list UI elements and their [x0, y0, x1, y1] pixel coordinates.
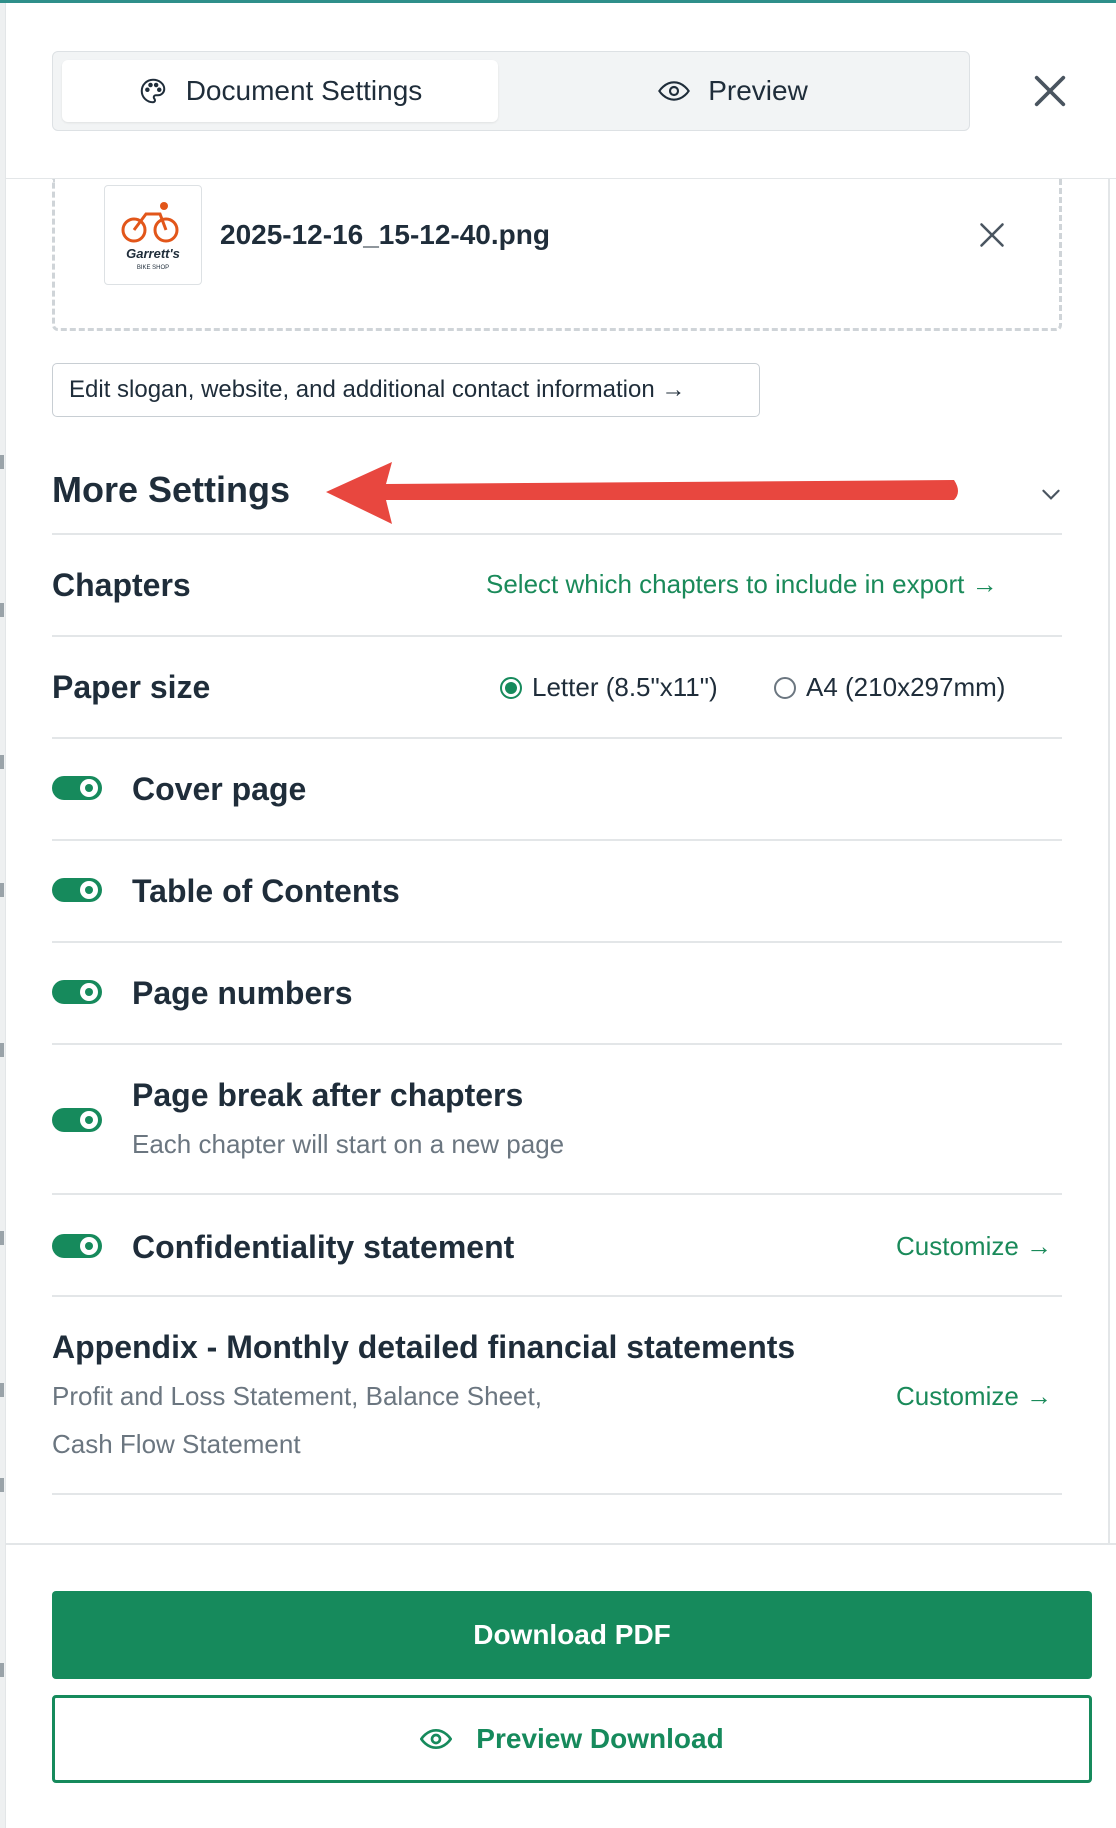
tab-preview[interactable]: Preview — [505, 60, 961, 122]
remove-logo-icon[interactable] — [978, 221, 1006, 249]
divider — [52, 941, 1062, 943]
radio-label: Letter (8.5"x11") — [532, 672, 718, 702]
page-break-label: Page break after chapters — [132, 1077, 524, 1113]
chevron-down-icon[interactable] — [1038, 481, 1064, 507]
tab-label: Preview — [708, 75, 808, 106]
divider — [52, 1193, 1062, 1195]
download-pdf-label: Download PDF — [473, 1619, 671, 1650]
customize-appendix-link[interactable]: Customize → — [896, 1381, 1052, 1412]
radio-label: A4 (210x297mm) — [806, 672, 1006, 702]
confidentiality-label: Confidentiality statement — [132, 1229, 515, 1265]
logo-dropzone[interactable] — [52, 179, 1062, 331]
svg-text:BIKE SHOP: BIKE SHOP — [137, 265, 169, 271]
view-tabs: Document Settings Preview — [52, 51, 970, 131]
more-settings-title: More Settings — [52, 469, 291, 510]
panel-scroll-edge[interactable] — [1108, 179, 1110, 1543]
divider — [52, 1493, 1062, 1495]
paper-size-letter-radio[interactable]: Letter (8.5"x11") — [500, 672, 718, 703]
svg-text:Garrett's: Garrett's — [126, 246, 180, 261]
download-pdf-button[interactable]: Download PDF — [52, 1591, 1092, 1679]
tab-document-settings[interactable]: Document Settings — [62, 60, 498, 122]
divider — [52, 1043, 1062, 1045]
page-break-toggle[interactable] — [52, 1108, 102, 1132]
divider — [52, 533, 1062, 535]
annotation-arrow — [326, 462, 958, 524]
appendix-title: Appendix - Monthly detailed financial st… — [52, 1329, 796, 1365]
radio-dot — [500, 676, 522, 699]
divider — [52, 839, 1062, 841]
page-numbers-label: Page numbers — [132, 975, 353, 1011]
edit-contact-info-button[interactable]: Edit slogan, website, and additional con… — [52, 363, 760, 417]
table-of-contents-label: Table of Contents — [132, 873, 400, 909]
page-numbers-toggle[interactable] — [52, 980, 102, 1004]
eye-icon — [658, 81, 691, 101]
confidentiality-toggle[interactable] — [52, 1234, 102, 1258]
bicycle-logo-icon: Garrett's BIKE SHOP — [121, 202, 180, 271]
paper-size-a4-radio[interactable]: A4 (210x297mm) — [774, 672, 1005, 703]
paper-size-label: Paper size — [52, 669, 211, 705]
cover-page-toggle[interactable] — [52, 776, 102, 800]
customize-confidentiality-link[interactable]: Customize → — [896, 1231, 1052, 1262]
page-break-description: Each chapter will start on a new page — [132, 1129, 565, 1159]
logo-file-name: 2025-12-16_15-12-40.png — [220, 219, 550, 250]
select-chapters-link[interactable]: Select which chapters to include in expo… — [486, 569, 998, 600]
eye-icon — [420, 1728, 453, 1750]
radio-dot — [774, 676, 796, 699]
divider — [52, 1295, 1062, 1297]
palette-icon — [140, 78, 165, 104]
appendix-description-line-1: Profit and Loss Statement, Balance Sheet… — [52, 1381, 542, 1411]
divider — [52, 737, 1062, 739]
preview-download-label: Preview Download — [476, 1723, 724, 1754]
chapters-label: Chapters — [52, 567, 191, 603]
export-settings-panel: Document Settings Preview Garrett's BIKE… — [6, 3, 1116, 1828]
close-icon[interactable] — [1030, 71, 1070, 111]
footer-divider — [6, 1543, 1116, 1545]
tab-label: Document Settings — [185, 75, 423, 106]
appendix-description-line-2: Cash Flow Statement — [52, 1429, 301, 1459]
divider — [52, 635, 1062, 637]
logo-thumbnail: Garrett's BIKE SHOP — [104, 185, 202, 285]
cover-page-label: Cover page — [132, 771, 307, 807]
preview-download-button[interactable]: Preview Download — [52, 1695, 1092, 1783]
table-of-contents-toggle[interactable] — [52, 878, 102, 902]
